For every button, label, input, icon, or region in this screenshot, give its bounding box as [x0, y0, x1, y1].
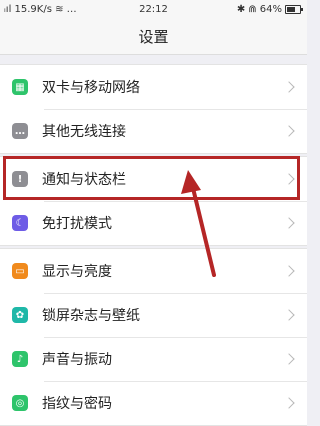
- status-battery-text: ⋒ 64%: [248, 4, 282, 15]
- settings-item-label: 显示与亮度: [42, 264, 112, 280]
- moon-icon: ☾: [12, 215, 28, 231]
- settings-item-sim[interactable]: ▦ 双卡与移动网络: [0, 65, 307, 109]
- status-bar: ᵢıl 15.9K/s ≋ … 22:12 ✱ ⋒ 64%: [0, 0, 307, 20]
- sim-icon: ▦: [12, 79, 28, 95]
- chevron-right-icon: [283, 265, 295, 277]
- fingerprint-icon: ◎: [12, 395, 28, 411]
- settings-item-notification[interactable]: ! 通知与状态栏: [0, 157, 307, 201]
- settings-item-label: 其他无线连接: [42, 124, 126, 140]
- chevron-right-icon: [283, 353, 295, 365]
- chevron-right-icon: [283, 173, 295, 185]
- settings-group: ▦ 双卡与移动网络 … 其他无线连接: [0, 64, 307, 154]
- bluetooth-icon: ✱: [236, 4, 246, 15]
- chevron-right-icon: [283, 309, 295, 321]
- settings-item-flower[interactable]: ✿ 锁屏杂志与壁纸: [0, 293, 307, 337]
- settings-item-label: 锁屏杂志与壁纸: [42, 308, 140, 324]
- chevron-right-icon: [283, 125, 295, 137]
- sound-icon: ♪: [12, 351, 28, 367]
- settings-item-label: 声音与振动: [42, 352, 112, 368]
- chevron-right-icon: [283, 81, 295, 93]
- settings-item-sound[interactable]: ♪ 声音与振动: [0, 337, 307, 381]
- flower-icon: ✿: [12, 307, 28, 323]
- notification-icon: !: [12, 171, 28, 187]
- settings-item-more[interactable]: … 其他无线连接: [0, 109, 307, 153]
- display-icon: ▭: [12, 263, 28, 279]
- settings-group: ! 通知与状态栏 ☾ 免打扰模式: [0, 156, 307, 246]
- chevron-right-icon: [283, 397, 295, 409]
- settings-item-label: 通知与状态栏: [42, 172, 126, 188]
- status-right: ✱ ⋒ 64%: [236, 4, 303, 15]
- more-icon: …: [12, 123, 28, 139]
- settings-item-label: 免打扰模式: [42, 216, 112, 232]
- settings-item-label: 双卡与移动网络: [42, 80, 140, 96]
- page-title: 设置: [0, 20, 307, 55]
- settings-item-moon[interactable]: ☾ 免打扰模式: [0, 201, 307, 245]
- settings-group: ▭ 显示与亮度 ✿ 锁屏杂志与壁纸 ♪ 声音与振动 ◎ 指纹与密码: [0, 248, 307, 426]
- chevron-right-icon: [283, 217, 295, 229]
- battery-icon: [285, 5, 303, 14]
- settings-item-fingerprint[interactable]: ◎ 指纹与密码: [0, 381, 307, 425]
- settings-item-display[interactable]: ▭ 显示与亮度: [0, 249, 307, 293]
- settings-item-label: 指纹与密码: [42, 396, 112, 412]
